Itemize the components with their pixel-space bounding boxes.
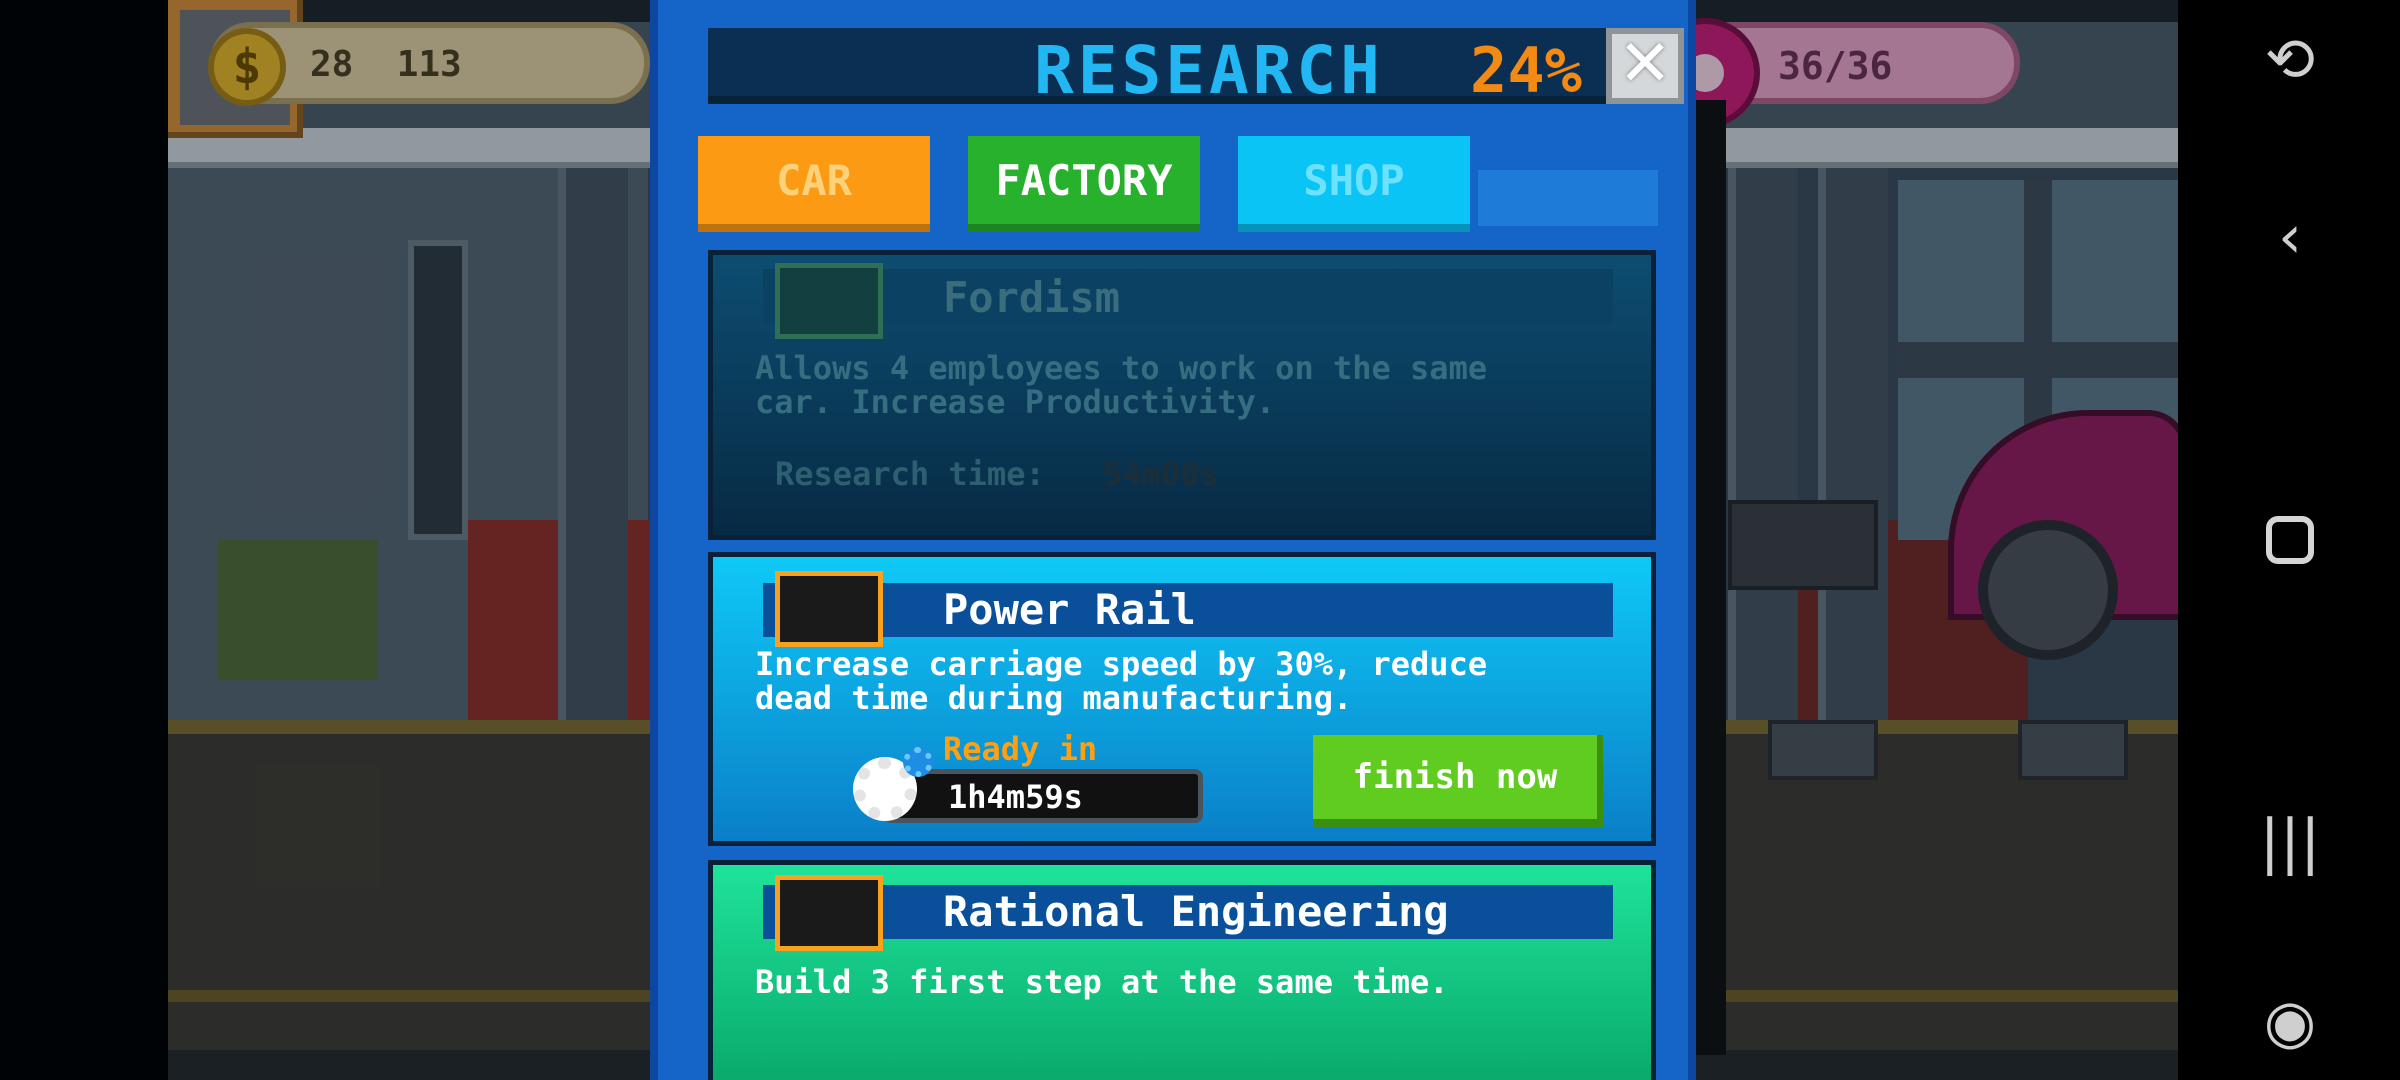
card-title: Rational Engineering xyxy=(943,887,1449,936)
home-icon xyxy=(2266,516,2314,564)
research-time-label: Research time: xyxy=(775,455,1045,493)
finish-now-button[interactable]: finish now xyxy=(1313,735,1603,827)
research-card-rational-engineering[interactable]: Rational Engineering Build 3 first step … xyxy=(708,860,1656,1080)
research-panel: RESEARCH 24% ✕ CAR FACTORY SHOP Fordism … xyxy=(650,0,1696,1080)
research-card-power-rail[interactable]: Power Rail Increase carriage speed by 30… xyxy=(708,552,1656,846)
research-header: RESEARCH 24% xyxy=(708,28,1638,109)
card-description: Allows 4 employees to work on the same c… xyxy=(755,349,1488,421)
close-button[interactable]: ✕ xyxy=(1606,28,1684,104)
recent-apps-button[interactable]: ||| xyxy=(2248,800,2332,884)
tab-factory[interactable]: FACTORY xyxy=(968,136,1200,232)
tab-shop[interactable]: SHOP xyxy=(1238,136,1470,232)
card-title-bar xyxy=(763,269,1613,323)
tab-car[interactable]: CAR xyxy=(698,136,930,232)
close-icon: ✕ xyxy=(1618,27,1672,101)
ready-in-label: Ready in xyxy=(943,730,1098,768)
research-percent: 24% xyxy=(1470,34,1582,107)
system-nav-bar: ⟲ ‹ ||| ◉ xyxy=(2178,0,2400,1080)
research-timer: 1h4m59s xyxy=(883,769,1203,823)
home-button[interactable] xyxy=(2248,498,2332,582)
card-description: Build 3 first step at the same time. xyxy=(755,963,1449,1001)
card-description: Increase carriage speed by 30%, reduce d… xyxy=(755,645,1488,717)
research-title: RESEARCH xyxy=(1034,32,1384,109)
gamepad-icon[interactable]: ◉ xyxy=(2248,980,2332,1064)
research-card-fordism[interactable]: Fordism Allows 4 employees to work on th… xyxy=(708,250,1656,540)
factory-icon xyxy=(775,263,883,339)
rotate-icon[interactable]: ⟲ xyxy=(2248,18,2332,102)
back-button[interactable]: ‹ xyxy=(2248,195,2332,279)
workers-icon xyxy=(775,875,883,951)
power-rail-icon xyxy=(775,571,883,647)
card-title: Fordism xyxy=(943,273,1121,322)
tab-bar-decoration xyxy=(1478,170,1658,226)
small-gear-icon xyxy=(903,747,933,777)
research-time-value: 54m00s xyxy=(1103,455,1219,493)
panel-shadow xyxy=(1696,100,1726,1055)
timer-value: 1h4m59s xyxy=(948,778,1083,816)
card-title: Power Rail xyxy=(943,585,1196,634)
